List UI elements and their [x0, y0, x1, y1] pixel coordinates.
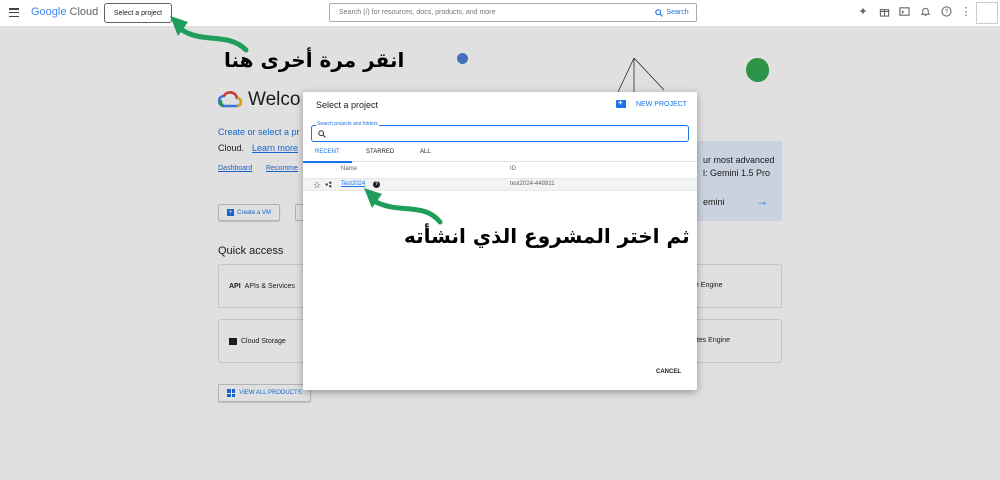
- active-tab-indicator: [303, 161, 352, 163]
- terminal-icon[interactable]: [898, 6, 910, 18]
- tab-all[interactable]: ALL: [420, 149, 431, 155]
- new-project-button[interactable]: NEW PROJECT: [616, 98, 687, 108]
- search-button-label: Search: [666, 9, 689, 16]
- new-project-label: NEW PROJECT: [636, 100, 687, 108]
- star-icon[interactable]: ☆: [313, 180, 321, 190]
- column-header-id: ID: [510, 166, 516, 172]
- column-header-name: Name: [341, 166, 358, 172]
- annotation-arrow-2: [364, 188, 443, 225]
- logo-google-text: Google: [31, 6, 67, 18]
- help-icon[interactable]: ?: [940, 6, 952, 18]
- logo-cloud-text: Cloud: [69, 6, 99, 18]
- search-icon: [318, 130, 326, 138]
- project-id: test2024-448911: [510, 181, 555, 187]
- hamburger-menu-icon[interactable]: [9, 8, 19, 18]
- dialog-tabs: RECENT STARRED ALL: [303, 147, 697, 163]
- search-input[interactable]: Search (/) for resources, docs, products…: [329, 3, 649, 22]
- top-bar: Google Cloud Select a project Search (/)…: [0, 0, 1000, 26]
- svg-text:?: ?: [944, 9, 948, 16]
- search-button[interactable]: Search: [648, 3, 697, 22]
- dialog-title: Select a project: [316, 100, 379, 110]
- annotation-step-1: انقر مرة أخرى هنا: [224, 48, 405, 72]
- avatar[interactable]: [976, 2, 998, 24]
- search-placeholder: Search (/) for resources, docs, products…: [339, 9, 496, 16]
- cancel-button[interactable]: CANCEL: [656, 369, 681, 375]
- annotation-step-2: ثم اختر المشروع الذي انشأته: [404, 224, 690, 248]
- select-project-button[interactable]: Select a project: [104, 3, 172, 23]
- project-search-label: Search projects and folders: [316, 121, 379, 127]
- tab-starred[interactable]: STARRED: [366, 149, 394, 155]
- more-vert-icon[interactable]: ⋮: [960, 6, 972, 18]
- gift-icon[interactable]: [878, 6, 890, 18]
- google-cloud-logo[interactable]: Google Cloud: [31, 6, 98, 18]
- project-type-icon: [325, 181, 332, 190]
- search-icon: [655, 8, 664, 17]
- tab-recent[interactable]: RECENT: [315, 149, 340, 155]
- project-search-input[interactable]: [311, 125, 689, 142]
- notifications-bell-icon[interactable]: [919, 6, 931, 18]
- new-folder-icon: [616, 98, 626, 108]
- gemini-sparkle-icon[interactable]: ✦: [857, 6, 869, 18]
